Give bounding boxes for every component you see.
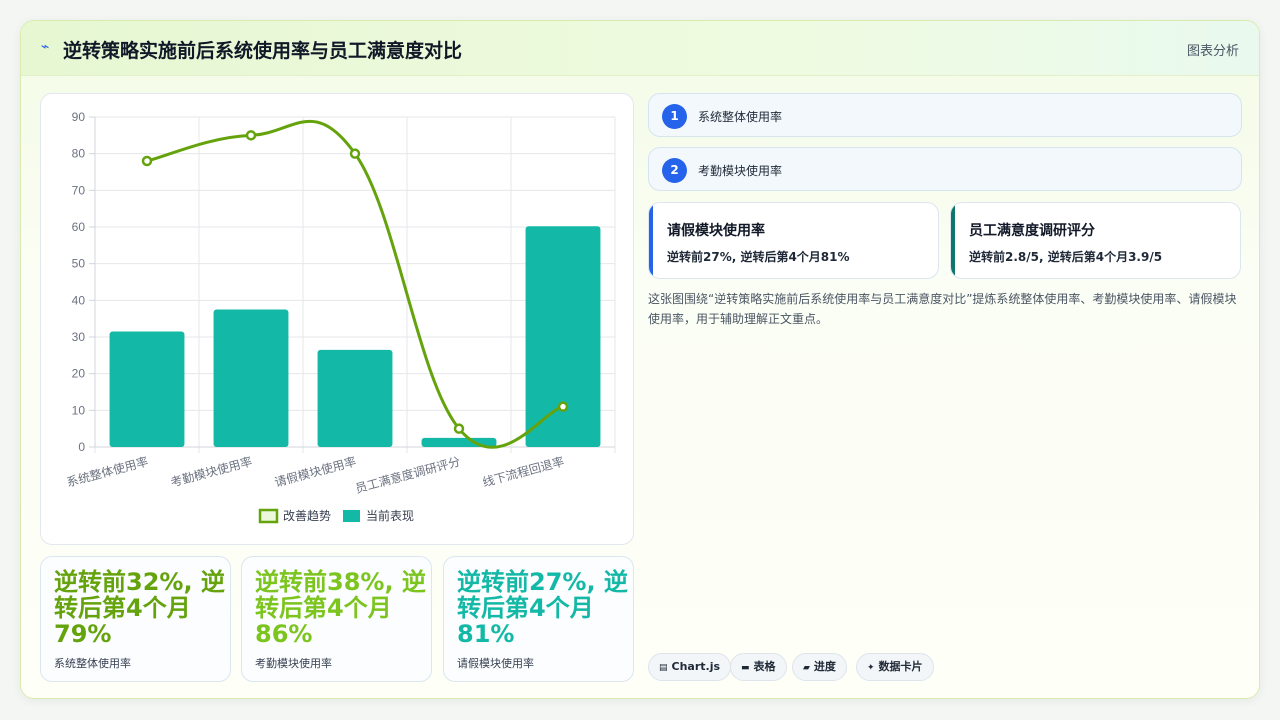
- y-tick-label: 90: [72, 110, 86, 124]
- stat-card-system: 逆转前32%, 逆转后第4个月79% 系统整体使用率: [40, 556, 231, 682]
- trend-point: [557, 401, 569, 412]
- y-tick-label: 50: [72, 257, 86, 271]
- accent-bar: [951, 203, 955, 278]
- legend-label: 改善趋势: [283, 508, 331, 523]
- chart-panel: 0 10 20 30 40 50 60 70 80 90 系统整体使用率 考勤模块使用率 请假模块使用率…: [40, 93, 634, 545]
- y-tick-label: 20: [72, 367, 86, 381]
- x-tick-label: 线下流程回退率: [481, 453, 566, 489]
- chart-icon: ▤: [659, 663, 668, 673]
- chip-label: 表格: [753, 660, 776, 673]
- x-tick-label: 员工满意度调研评分: [354, 453, 462, 495]
- metric-pill-2[interactable]: 2 考勤模块使用率: [648, 147, 1242, 191]
- y-tick-label: 0: [78, 440, 85, 454]
- chip-table[interactable]: ▬ 表格: [730, 653, 787, 681]
- info-title: 员工满意度调研评分: [969, 223, 1095, 239]
- y-tick-label: 10: [72, 403, 86, 417]
- card-header: ⌁ 逆转策略实施前后系统使用率与员工满意度对比 图表分析: [21, 21, 1259, 76]
- chip-label: 进度: [813, 660, 836, 673]
- progress-icon: ▰: [803, 663, 810, 673]
- stat-value: 逆转前32%, 逆转后第4个月79%: [54, 568, 225, 648]
- trend-point: [453, 423, 465, 434]
- y-tick-label: 30: [72, 330, 86, 344]
- stat-value: 逆转前27%, 逆转后第4个月81%: [457, 568, 628, 648]
- pill-label: 考勤模块使用率: [698, 164, 783, 178]
- y-tick-label: 40: [72, 293, 86, 307]
- legend-label: 当前表现: [366, 508, 414, 523]
- x-tick-label: 请假模块使用率: [273, 453, 358, 489]
- stat-label: 考勤模块使用率: [255, 657, 332, 670]
- header-tag: 图表分析: [1186, 44, 1239, 59]
- trend-point: [245, 130, 257, 141]
- pill-label: 系统整体使用率: [698, 110, 783, 124]
- table-icon: ▬: [741, 663, 750, 673]
- info-card-satisfaction: 员工满意度调研评分 逆转前2.8/5, 逆转后第4个月3.9/5: [950, 202, 1241, 279]
- page-title: 逆转策略实施前后系统使用率与员工满意度对比: [63, 40, 463, 62]
- bar: [213, 309, 289, 447]
- bar: [109, 331, 185, 447]
- stat-label: 请假模块使用率: [457, 657, 534, 670]
- legend-swatch: [343, 510, 360, 522]
- y-tick-label: 70: [72, 183, 86, 197]
- legend-swatch: [258, 508, 279, 524]
- stat-label: 系统整体使用率: [54, 657, 131, 670]
- line-chart-icon: ⌁: [41, 39, 50, 55]
- chip-label: Chart.js: [671, 660, 721, 673]
- metric-pill-1[interactable]: 1 系统整体使用率: [648, 93, 1242, 137]
- pill-number: 1: [662, 104, 687, 129]
- bar: [317, 349, 393, 447]
- info-detail: 逆转前2.8/5, 逆转后第4个月3.9/5: [969, 250, 1163, 264]
- info-detail: 逆转前27%, 逆转后第4个月81%: [667, 250, 850, 264]
- chart-description: 这张图围绕“逆转策略实施前后系统使用率与员工满意度对比”提炼系统整体使用率、考勤…: [648, 292, 1237, 326]
- chip-data-card[interactable]: ✦ 数据卡片: [856, 653, 934, 681]
- trend-point: [141, 155, 153, 167]
- stat-value: 逆转前38%, 逆转后第4个月86%: [255, 568, 426, 648]
- info-card-leave: 请假模块使用率 逆转前27%, 逆转后第4个月81%: [648, 202, 939, 279]
- sparkle-icon: ✦: [867, 663, 875, 673]
- x-tick-label: 系统整体使用率: [65, 453, 150, 489]
- x-tick-label: 考勤模块使用率: [169, 453, 254, 489]
- y-tick-label: 80: [72, 147, 86, 161]
- trend-point: [349, 148, 361, 159]
- info-title: 请假模块使用率: [667, 223, 765, 239]
- bar: [525, 226, 601, 447]
- chip-label: 数据卡片: [878, 660, 923, 673]
- stat-card-leave: 逆转前27%, 逆转后第4个月81% 请假模块使用率: [443, 556, 634, 682]
- accent-bar: [649, 203, 653, 278]
- chart-card: ⌁ 逆转策略实施前后系统使用率与员工满意度对比 图表分析 0 10 20 30 40 50…: [20, 20, 1260, 699]
- chip-progress[interactable]: ▰ 进度: [792, 653, 847, 681]
- y-tick-label: 60: [72, 220, 86, 234]
- bar-line-chart: 0 10 20 30 40 50 60 70 80 90 系统整体使用率 考勤模块使用率 请假模块使用率…: [65, 110, 616, 524]
- chip-chartjs[interactable]: ▤ Chart.js: [648, 653, 732, 681]
- stat-card-attendance: 逆转前38%, 逆转后第4个月86% 考勤模块使用率: [241, 556, 432, 682]
- pill-number: 2: [662, 158, 687, 183]
